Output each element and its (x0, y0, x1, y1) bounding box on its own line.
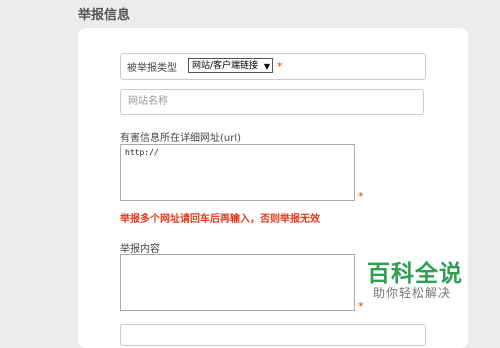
watermark-slogan: 助你轻松解决 (373, 286, 452, 300)
url-label: 有害信息所在详细网址(url) (120, 133, 242, 144)
report-type-select[interactable]: 网站/客户端链接 ▼ (188, 58, 273, 73)
content-textarea[interactable] (120, 254, 355, 311)
report-type-selected-value: 网站/客户端链接 (192, 61, 259, 71)
url-textarea[interactable]: http:// (120, 144, 355, 201)
multi-url-warning: 举报多个网址请回车后再输入，否则举报无效 (120, 214, 320, 225)
required-mark: * (277, 60, 283, 73)
report-type-label: 被举报类型 (127, 63, 177, 74)
next-input-field[interactable] (120, 324, 426, 346)
site-name-input[interactable]: 网站名称 (120, 89, 424, 115)
required-mark: * (358, 300, 364, 313)
dropdown-arrow-icon: ▼ (263, 62, 270, 71)
watermark-brand: 百科全说 (367, 261, 463, 287)
content-label: 举报内容 (120, 244, 160, 255)
section-title: 举报信息 (78, 8, 131, 23)
required-mark: * (358, 190, 364, 203)
